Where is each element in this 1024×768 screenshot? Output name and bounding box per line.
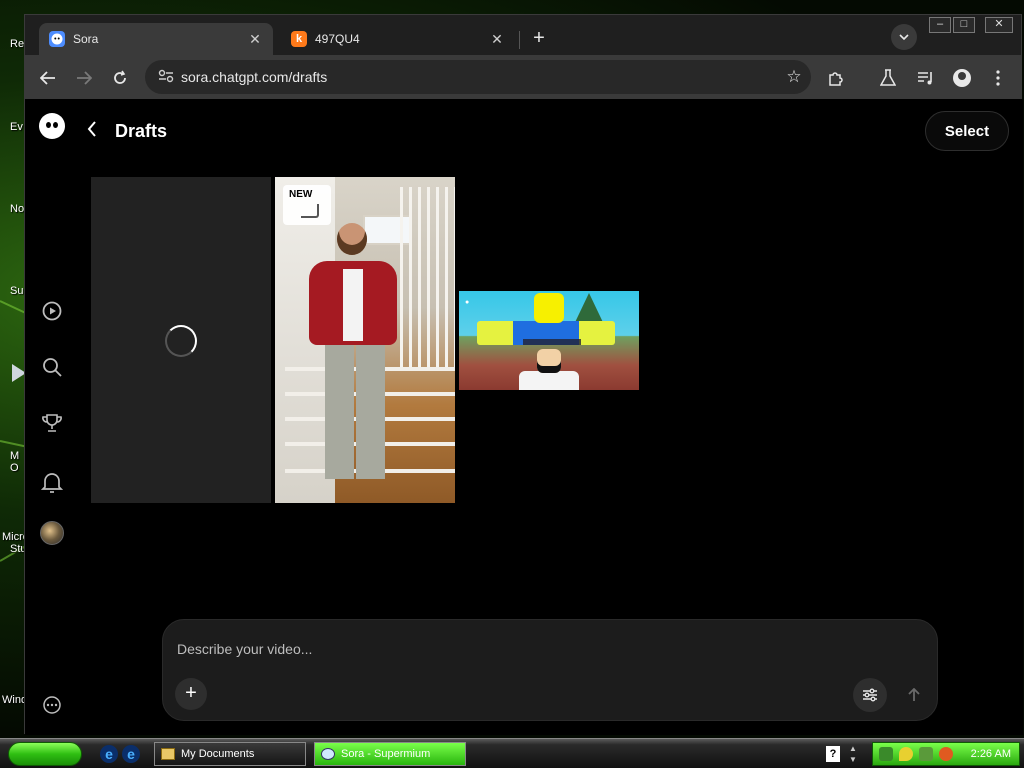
address-url[interactable]: sora.chatgpt.com/drafts (181, 69, 777, 85)
profile-icon[interactable] (949, 65, 975, 91)
thumbnail-character (519, 371, 579, 390)
extensions-icon[interactable] (823, 65, 849, 91)
sora-logo-icon[interactable] (39, 113, 65, 139)
thumbnail-person (337, 223, 367, 255)
arrow-left-icon (40, 71, 55, 85)
prompt-composer: + (162, 619, 938, 721)
taskbar: e e My Documents Sora - Supermium ? ▲ ▼ 2… (0, 738, 1024, 768)
tab-search-button[interactable] (891, 24, 917, 50)
network-icon[interactable] (879, 747, 893, 761)
profile-avatar[interactable] (40, 521, 64, 545)
sora-drafts-page: Drafts Select NEW ● Describe your video.… (25, 99, 1023, 735)
browser-toolbar: sora.chatgpt.com/drafts ☆ (25, 55, 1021, 99)
thumbnail-character (534, 293, 564, 323)
tray-scroll-icon[interactable]: ▲ ▼ (848, 743, 858, 765)
new-tab-button[interactable]: + (527, 27, 551, 51)
prompt-input[interactable] (177, 636, 917, 662)
sidebar (25, 99, 81, 735)
desktop-icon-label[interactable]: No (10, 203, 24, 215)
reload-icon (114, 70, 126, 84)
sliders-icon (863, 688, 877, 702)
search-tray-icon[interactable] (939, 747, 953, 761)
video-feed-icon[interactable] (40, 299, 64, 323)
taskbar-item-sora[interactable]: Sora - Supermium (314, 742, 466, 766)
arrow-up-icon (908, 688, 920, 701)
new-badge-label: NEW (289, 189, 313, 200)
folder-icon (161, 748, 175, 760)
bookmark-star-icon[interactable]: ☆ (777, 67, 811, 87)
watermark-logo-icon: ● (465, 299, 470, 306)
chevron-down-icon (899, 34, 909, 40)
taskbar-item-label: My Documents (181, 748, 255, 760)
loading-spinner-icon (165, 325, 197, 357)
trophy-icon[interactable] (40, 411, 64, 435)
close-icon[interactable]: ✕ (489, 31, 505, 48)
media-queue-icon[interactable] (913, 65, 939, 91)
settings-sliders-button[interactable] (853, 678, 887, 712)
draft-tile-loading[interactable] (91, 177, 271, 503)
start-button[interactable] (8, 742, 82, 766)
reload-button[interactable] (107, 65, 133, 91)
tab-sora[interactable]: Sora ✕ (39, 23, 273, 55)
tab-title: 497QU4 (315, 32, 360, 46)
browser-quicklaunch-icon[interactable]: e (122, 745, 140, 763)
bell-icon[interactable] (40, 471, 64, 495)
draft-tile-stairs[interactable]: NEW (275, 177, 455, 503)
desktop-icon-label[interactable]: O (10, 462, 19, 474)
labs-flask-icon[interactable] (875, 65, 901, 91)
security-shield-icon[interactable] (899, 747, 913, 761)
tab-strip: Sora ✕ k 497QU4 ✕ + – □ ✕ (25, 15, 1021, 55)
browser-icon (321, 748, 335, 760)
search-icon[interactable] (40, 355, 64, 379)
thumbnail-person (325, 339, 385, 479)
desktop-icon-label[interactable]: M (10, 450, 19, 462)
thumbnail-person (343, 269, 363, 341)
page-title: Drafts (115, 121, 168, 141)
back-nav-button[interactable] (35, 65, 61, 91)
browser-window: Sora ✕ k 497QU4 ✕ + – □ ✕ sora.chatgpt.c… (24, 14, 1023, 735)
desktop-icon-label[interactable]: Re (10, 38, 24, 50)
taskbar-item-label: Sora - Supermium (341, 748, 431, 760)
desktop-icon-label[interactable]: Ev (10, 121, 23, 133)
tab-497qu4[interactable]: k 497QU4 ✕ (281, 23, 515, 55)
thumbnail-character (537, 349, 561, 373)
chevron-left-icon (87, 121, 96, 137)
tab-title: Sora (73, 32, 99, 46)
maximize-button[interactable]: □ (953, 17, 975, 33)
address-bar[interactable]: sora.chatgpt.com/drafts ☆ (145, 60, 811, 94)
site-settings-icon[interactable] (151, 69, 181, 86)
new-badge: NEW (283, 185, 331, 225)
draft-tile-roblox[interactable]: ● (459, 291, 639, 390)
menu-kebab-icon[interactable] (985, 65, 1011, 91)
avatar (953, 69, 971, 87)
ie-quicklaunch-icon[interactable]: e (100, 745, 118, 763)
clock[interactable]: 2:26 AM (971, 748, 1011, 760)
window-close-button[interactable]: ✕ (985, 17, 1013, 33)
more-options-icon[interactable] (40, 693, 64, 717)
select-button[interactable]: Select (925, 111, 1009, 151)
sora-icon (49, 31, 65, 47)
arrow-right-icon (77, 71, 92, 85)
help-icon[interactable]: ? (826, 746, 840, 762)
thumbnail-railing (400, 187, 455, 367)
minimize-button[interactable]: – (929, 17, 951, 33)
forward-nav-button[interactable] (71, 65, 97, 91)
thumbnail-caption-bar (523, 339, 581, 345)
back-button[interactable] (87, 121, 97, 142)
system-tray: 2:26 AM (872, 742, 1020, 766)
add-media-button[interactable]: + (175, 678, 207, 710)
volume-icon[interactable] (919, 747, 933, 761)
taskbar-item-my-documents[interactable]: My Documents (154, 742, 306, 766)
desktop-icon-label[interactable]: Su (10, 285, 23, 297)
tab-separator (519, 31, 520, 49)
k-icon: k (291, 31, 307, 47)
send-button[interactable] (899, 680, 929, 710)
close-icon[interactable]: ✕ (247, 31, 263, 48)
cast-icon (301, 204, 319, 218)
